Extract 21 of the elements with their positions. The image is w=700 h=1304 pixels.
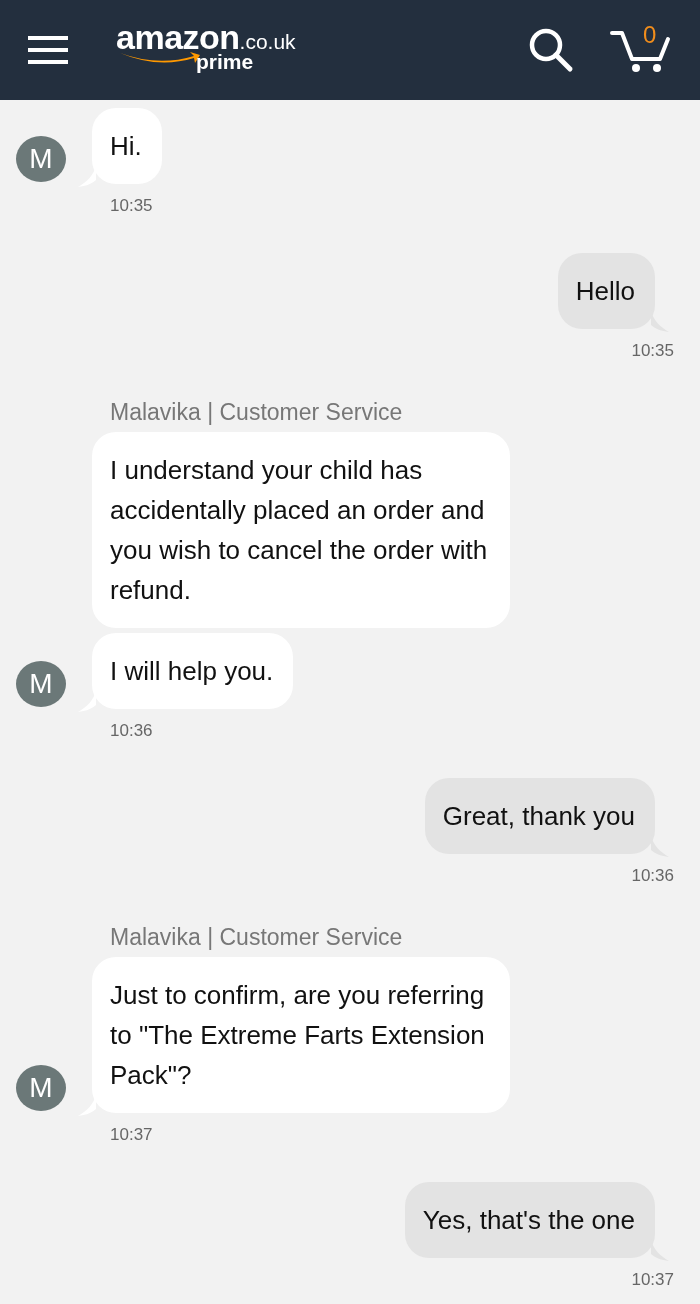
message-bubble: I will help you. xyxy=(92,633,294,709)
avatar: M xyxy=(16,661,66,707)
logo-domain[interactable]: .co.uk xyxy=(239,31,296,53)
message-time: 10:35 xyxy=(631,340,675,362)
message-time: 10:36 xyxy=(631,865,675,887)
message-bubble: I understand your child has accidentally placed an order and you wish to cancel the order with refund. xyxy=(92,432,510,628)
avatar: M xyxy=(16,1065,66,1111)
menu-icon[interactable] xyxy=(28,35,68,65)
sender-name: Malavika | Customer Service xyxy=(110,923,404,951)
message-time: 10:35 xyxy=(110,195,154,217)
message-time: 10:37 xyxy=(631,1269,675,1291)
message-bubble: Hello xyxy=(557,253,655,329)
message-time: 10:37 xyxy=(110,1124,154,1146)
message-bubble: Yes, that's the one xyxy=(404,1182,655,1258)
message-bubble: Just to confirm, are you referring to "The Extreme Farts Extension Pack"? xyxy=(92,957,510,1113)
avatar: M xyxy=(16,136,66,182)
message-time: 10:36 xyxy=(110,720,154,742)
sender-name: Malavika | Customer Service xyxy=(110,398,404,426)
search-icon[interactable] xyxy=(528,27,574,73)
message-bubble: Hi. xyxy=(92,108,162,184)
message-bubble: Great, thank you xyxy=(424,778,655,854)
